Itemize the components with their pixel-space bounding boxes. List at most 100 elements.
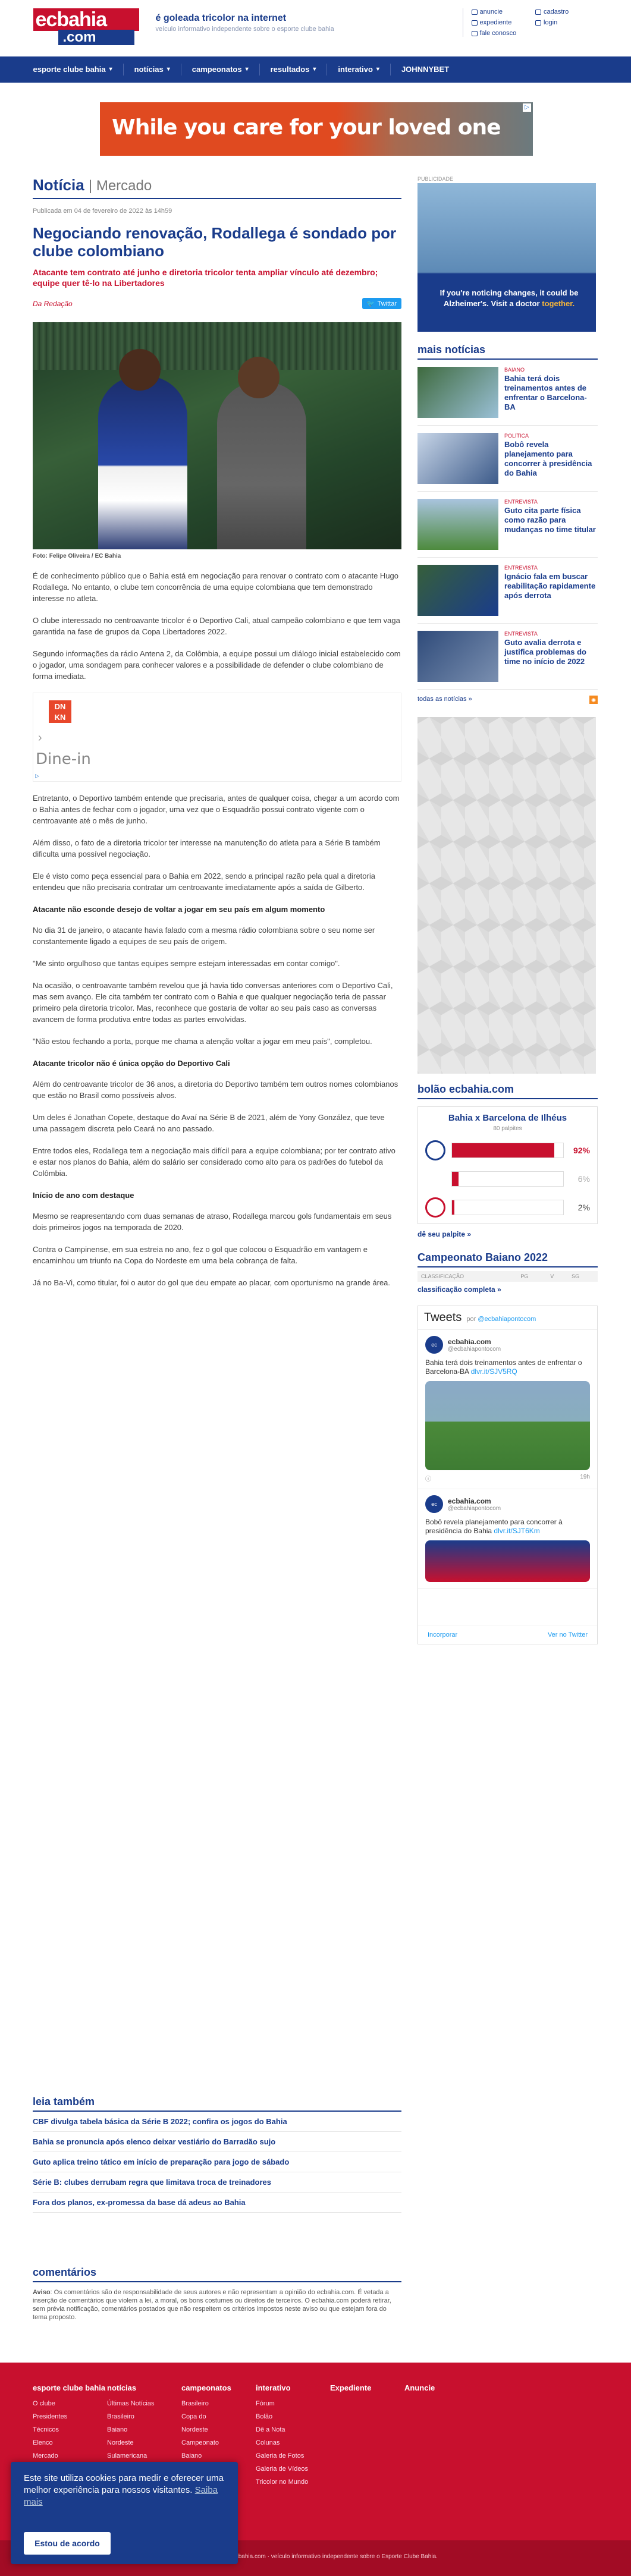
footer-link[interactable]: Sulamericana — [107, 2449, 181, 2462]
news-item[interactable]: Entrevista Guto avalia derrota e justific… — [417, 624, 598, 690]
sidebar: PUBLICIDADE If you're noticing changes, … — [417, 176, 598, 1644]
info-icon[interactable]: ⓘ — [425, 1474, 431, 1483]
site-logo[interactable]: ecbahia .com — [33, 8, 139, 45]
all-news-link[interactable]: todas as notícias » — [417, 696, 472, 704]
news-title[interactable]: Ignácio fala em buscar reabilitação rapi… — [504, 572, 598, 600]
footer-link[interactable]: Bolão — [256, 2410, 330, 2423]
footer-link[interactable]: Nordeste — [107, 2436, 181, 2449]
news-item[interactable]: Entrevista Ignácio fala em buscar reabili… — [417, 558, 598, 624]
ad-info-icon[interactable]: ▷ — [35, 773, 42, 780]
tweet[interactable]: ec ecbahia.com @ecbahiapontocom Bahia terá… — [418, 1330, 597, 1489]
standings-table: CLASSIFICAÇÃO PG V SG — [417, 1271, 598, 1282]
news-item[interactable]: Baiano Bahia terá dois treinamentos antes… — [417, 360, 598, 426]
news-thumb — [417, 631, 498, 682]
main-nav: esporte clube bahia ▾ notícias ▾ campeonat… — [0, 56, 631, 83]
news-item[interactable]: Entrevista Guto cita parte física como ra… — [417, 492, 598, 558]
footer-link[interactable]: Brasileiro — [107, 2410, 181, 2423]
related-link[interactable]: Fora dos planos, ex-promessa da base dá … — [33, 2193, 401, 2213]
embed-link[interactable]: Incorporar — [428, 1631, 457, 1638]
footer-link[interactable]: Brasileiro — [181, 2397, 256, 2410]
footer-link[interactable]: Galeria de Vídeos — [256, 2462, 330, 2476]
footer-col-title[interactable]: Expediente — [330, 2383, 404, 2392]
tagline-subtitle: veículo informativo independente sobre o… — [155, 26, 334, 33]
tweet-image[interactable] — [425, 1381, 590, 1470]
paragraph: Já no Ba-Vi, como titular, foi o autor d… — [33, 1278, 391, 1287]
tweets-handle[interactable]: @ecbahiapontocom — [478, 1316, 536, 1323]
footer-link[interactable]: Técnicos — [33, 2423, 107, 2436]
footer-link[interactable]: Tricolor no Mundo — [256, 2476, 330, 2489]
view-on-twitter-link[interactable]: Ver no Twitter — [548, 1631, 588, 1638]
avatar: ec — [425, 1495, 443, 1513]
paragraph: Além do centroavante tricolor de 36 anos… — [33, 1080, 398, 1100]
ad-dine-in: Dine-in — [36, 750, 91, 768]
nav-campeonatos[interactable]: campeonatos ▾ — [181, 64, 260, 76]
footer-link[interactable]: Campeonato — [181, 2436, 256, 2449]
footer-col-title[interactable]: esporte clube bahia — [33, 2383, 107, 2392]
footer-link[interactable]: Fórum — [256, 2397, 330, 2410]
related-title: leia também — [33, 2096, 401, 2112]
inline-ad[interactable]: DN KN › Dine-in ▷ — [33, 693, 401, 782]
bolao-pct: 92% — [573, 1146, 590, 1155]
footer-link[interactable]: Mercado — [33, 2449, 107, 2462]
subheading: Atacante tricolor não é única opção do D… — [33, 1059, 230, 1068]
news-item[interactable]: Política Bobô revela planejamento para co… — [417, 426, 598, 492]
top-ad-banner[interactable]: While you care for your loved one ▷ — [100, 102, 533, 156]
footer-link[interactable]: O clube — [33, 2397, 107, 2410]
nav-johnnybet[interactable]: JOHNNYBET — [391, 64, 460, 76]
ad-label: PUBLICIDADE — [417, 176, 454, 182]
bolao-count: 80 palpites — [493, 1125, 522, 1132]
sidebar-ad[interactable]: If you're noticing changes, it could be … — [417, 183, 596, 332]
footer-link[interactable]: Elenco — [33, 2436, 107, 2449]
nav-interativo[interactable]: interativo ▾ — [327, 64, 391, 76]
footer-col-title[interactable]: notícias — [107, 2383, 181, 2392]
news-title[interactable]: Guto cita parte física como razão para m… — [504, 506, 598, 534]
news-title[interactable]: Guto avalia derrota e justifica problema… — [504, 638, 598, 666]
footer-col-title[interactable]: Anuncie — [404, 2383, 479, 2392]
footer-link[interactable]: Galeria de Fotos — [256, 2449, 330, 2462]
footer-link[interactable]: Baiano — [107, 2423, 181, 2436]
tagline: é goleada tricolor na internet veículo i… — [156, 13, 334, 33]
paragraph: Além disso, o fato de a diretoria tricol… — [33, 838, 381, 858]
footer-link[interactable]: Últimas Notícias — [107, 2397, 181, 2410]
related-link[interactable]: Bahia se pronuncia após elenco deixar ve… — [33, 2132, 401, 2152]
cookie-text: Este site utiliza cookies para medir e o… — [24, 2473, 224, 2507]
tweet-image[interactable] — [425, 1540, 590, 1582]
footer-link[interactable]: Copa do — [181, 2410, 256, 2423]
footer-col-title[interactable]: campeonatos — [181, 2383, 256, 2392]
footer-col-title[interactable]: interativo — [256, 2383, 330, 2392]
rss-icon[interactable]: ◉ — [589, 696, 598, 704]
bolao-link[interactable]: dê seu palpite » — [417, 1230, 598, 1238]
nav-noticias[interactable]: notícias ▾ — [124, 64, 181, 76]
article-body: É de conhecimento público que o Bahia es… — [33, 570, 401, 1288]
accept-cookies-button[interactable]: Estou de acordo — [24, 2532, 111, 2555]
ad-info-icon[interactable]: ▷ — [523, 103, 531, 112]
footer-link[interactable]: Colunas — [256, 2436, 330, 2449]
footer-link[interactable]: Dê a Nota — [256, 2423, 330, 2436]
header-link-login[interactable]: login — [535, 19, 599, 26]
subheading: Início de ano com destaque — [33, 1191, 134, 1200]
related-link[interactable]: Série B: clubes derrubam regra que limit… — [33, 2172, 401, 2193]
nav-resultados[interactable]: resultados ▾ — [260, 64, 328, 76]
mail-icon — [471, 30, 478, 36]
footer-link[interactable]: Baiano — [181, 2449, 256, 2462]
header-link-cadastro[interactable]: cadastro — [535, 8, 599, 15]
sidebar-ad-placeholder[interactable] — [417, 717, 596, 1074]
article: Notícia | Mercado Publicada em 04 de fev… — [33, 176, 401, 1288]
cookie-banner: Este site utiliza cookies para medir e o… — [11, 2462, 238, 2564]
tweet[interactable]: ec ecbahia.com @ecbahiapontocom Bobô revel… — [418, 1489, 597, 1589]
news-title[interactable]: Bahia terá dois treinamentos antes de en… — [504, 374, 598, 412]
standings-link[interactable]: classificação completa » — [417, 1285, 598, 1294]
bolao-row: 92% — [425, 1140, 590, 1160]
header-link-anuncie[interactable]: anuncie — [471, 8, 536, 15]
related-link[interactable]: CBF divulga tabela básica da Série B 202… — [33, 2112, 401, 2132]
related-link[interactable]: Guto aplica treino tático em início de p… — [33, 2152, 401, 2172]
footer-link[interactable]: Presidentes — [33, 2410, 107, 2423]
doordash-logo: DN KN — [49, 700, 71, 723]
footer-link[interactable]: Nordeste — [181, 2423, 256, 2436]
header-link-expediente[interactable]: expediente — [471, 19, 536, 26]
tweet-button[interactable]: 🐦 Twittar — [362, 298, 401, 309]
nav-esporte-clube-bahia[interactable]: esporte clube bahia ▾ — [33, 64, 124, 76]
news-title[interactable]: Bobô revela planejamento para concorrer … — [504, 440, 598, 478]
bolao-bar — [452, 1172, 459, 1186]
header-link-fale-conosco[interactable]: fale conosco — [471, 30, 536, 37]
